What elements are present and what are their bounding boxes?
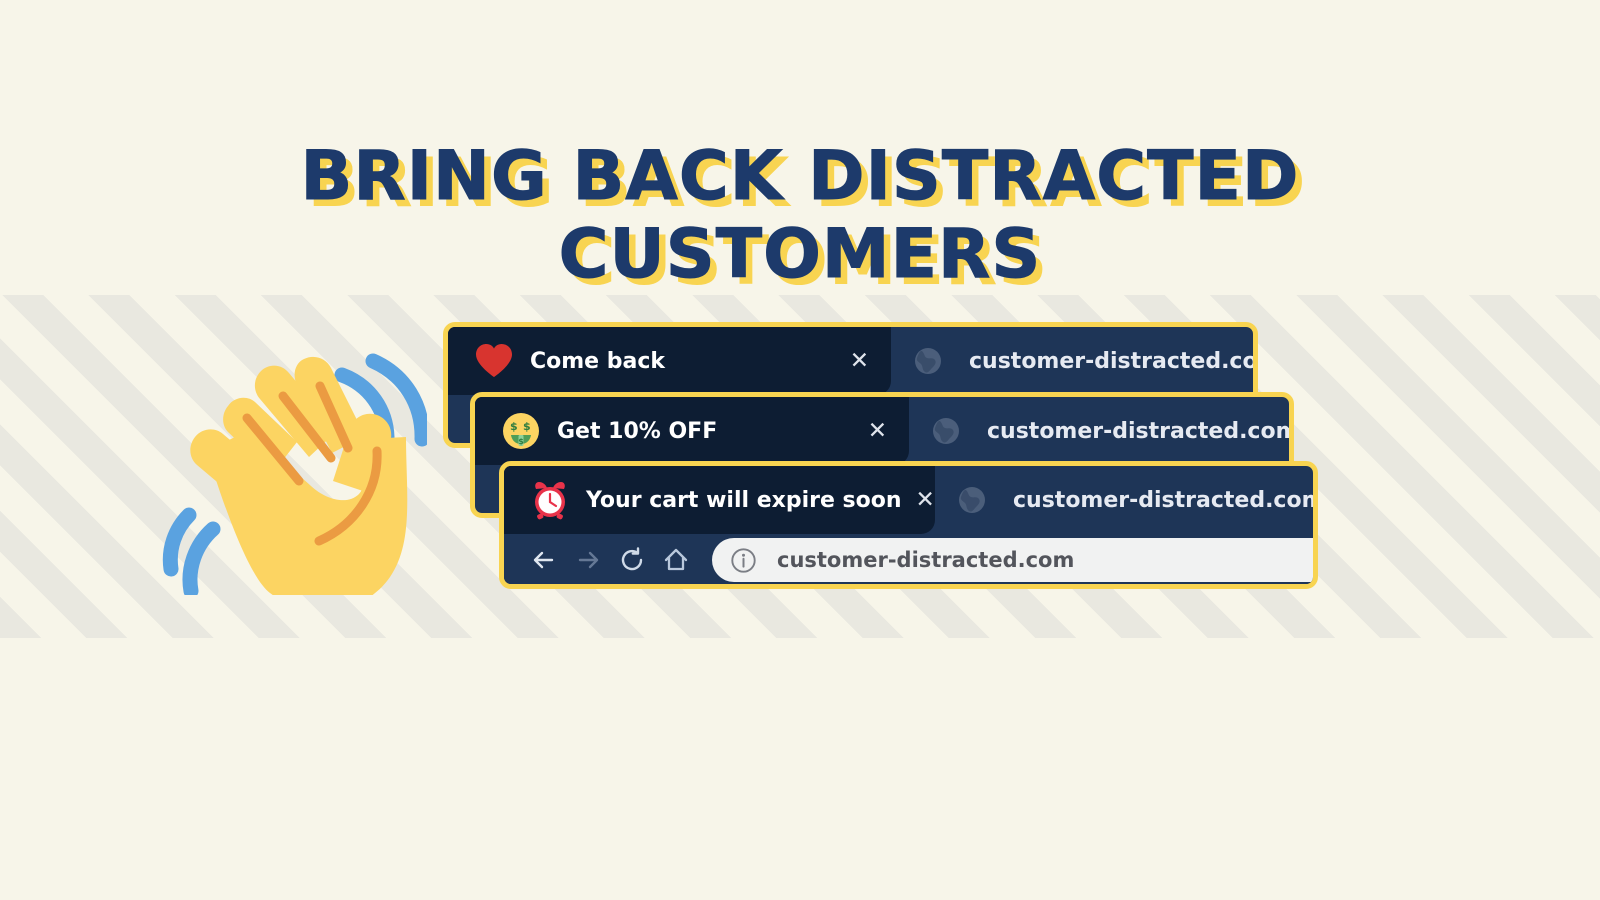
address-bar[interactable]: customer-distracted.com — [712, 538, 1313, 582]
home-icon[interactable] — [654, 540, 698, 580]
alarm-clock-icon — [530, 480, 570, 520]
info-circle-icon[interactable] — [730, 547, 757, 574]
tab-get-10-off[interactable]: $ $ $ Get 10% OFF ✕ — [475, 397, 909, 465]
tab-strip-3: Your cart will expire soon ✕ customer-di… — [504, 466, 1313, 534]
address-bar-url: customer-distracted.com — [777, 548, 1075, 572]
close-icon[interactable]: ✕ — [868, 419, 887, 443]
tab-title-3: Your cart will expire soon — [586, 487, 902, 513]
tab-domain-3: customer-distracted.com — [1013, 487, 1318, 513]
money-mouth-face-icon: $ $ $ — [501, 411, 541, 451]
tab-title-2: Get 10% OFF — [557, 418, 718, 444]
close-icon[interactable]: ✕ — [850, 349, 869, 373]
tab-domain-2: customer-distracted.com — [987, 418, 1294, 444]
tab-domain-area-3[interactable]: customer-distracted.com — [935, 466, 1313, 534]
tab-cart-expire[interactable]: Your cart will expire soon ✕ — [504, 466, 935, 534]
globe-icon — [957, 485, 987, 515]
red-heart-icon — [474, 341, 514, 381]
waving-hand-icon — [137, 333, 427, 595]
globe-icon — [931, 416, 961, 446]
tab-domain-area-2[interactable]: customer-distracted.com — [909, 397, 1289, 465]
tab-domain-area-1[interactable]: customer-distracted.com — [891, 327, 1253, 395]
svg-text:$: $ — [518, 437, 524, 446]
tab-title-1: Come back — [530, 348, 666, 374]
reload-icon[interactable] — [610, 540, 654, 580]
browser-toolbar: customer-distracted.com — [504, 534, 1313, 584]
page-title: BRING BACK DISTRACTED CUSTOMERS — [300, 136, 1300, 294]
browser-window-3[interactable]: Your cart will expire soon ✕ customer-di… — [499, 461, 1318, 589]
forward-arrow-icon[interactable] — [566, 540, 610, 580]
globe-icon — [913, 346, 943, 376]
tab-strip-1: Come back ✕ customer-distracted.com — [448, 327, 1253, 395]
back-arrow-icon[interactable] — [522, 540, 566, 580]
tab-strip-2: $ $ $ Get 10% OFF ✕ customer-distracted.… — [475, 397, 1289, 465]
svg-text:$: $ — [510, 420, 518, 433]
tab-domain-1: customer-distracted.com — [969, 348, 1258, 374]
svg-text:$: $ — [523, 420, 531, 433]
tab-come-back[interactable]: Come back ✕ — [448, 327, 891, 395]
close-icon[interactable]: ✕ — [916, 488, 935, 512]
